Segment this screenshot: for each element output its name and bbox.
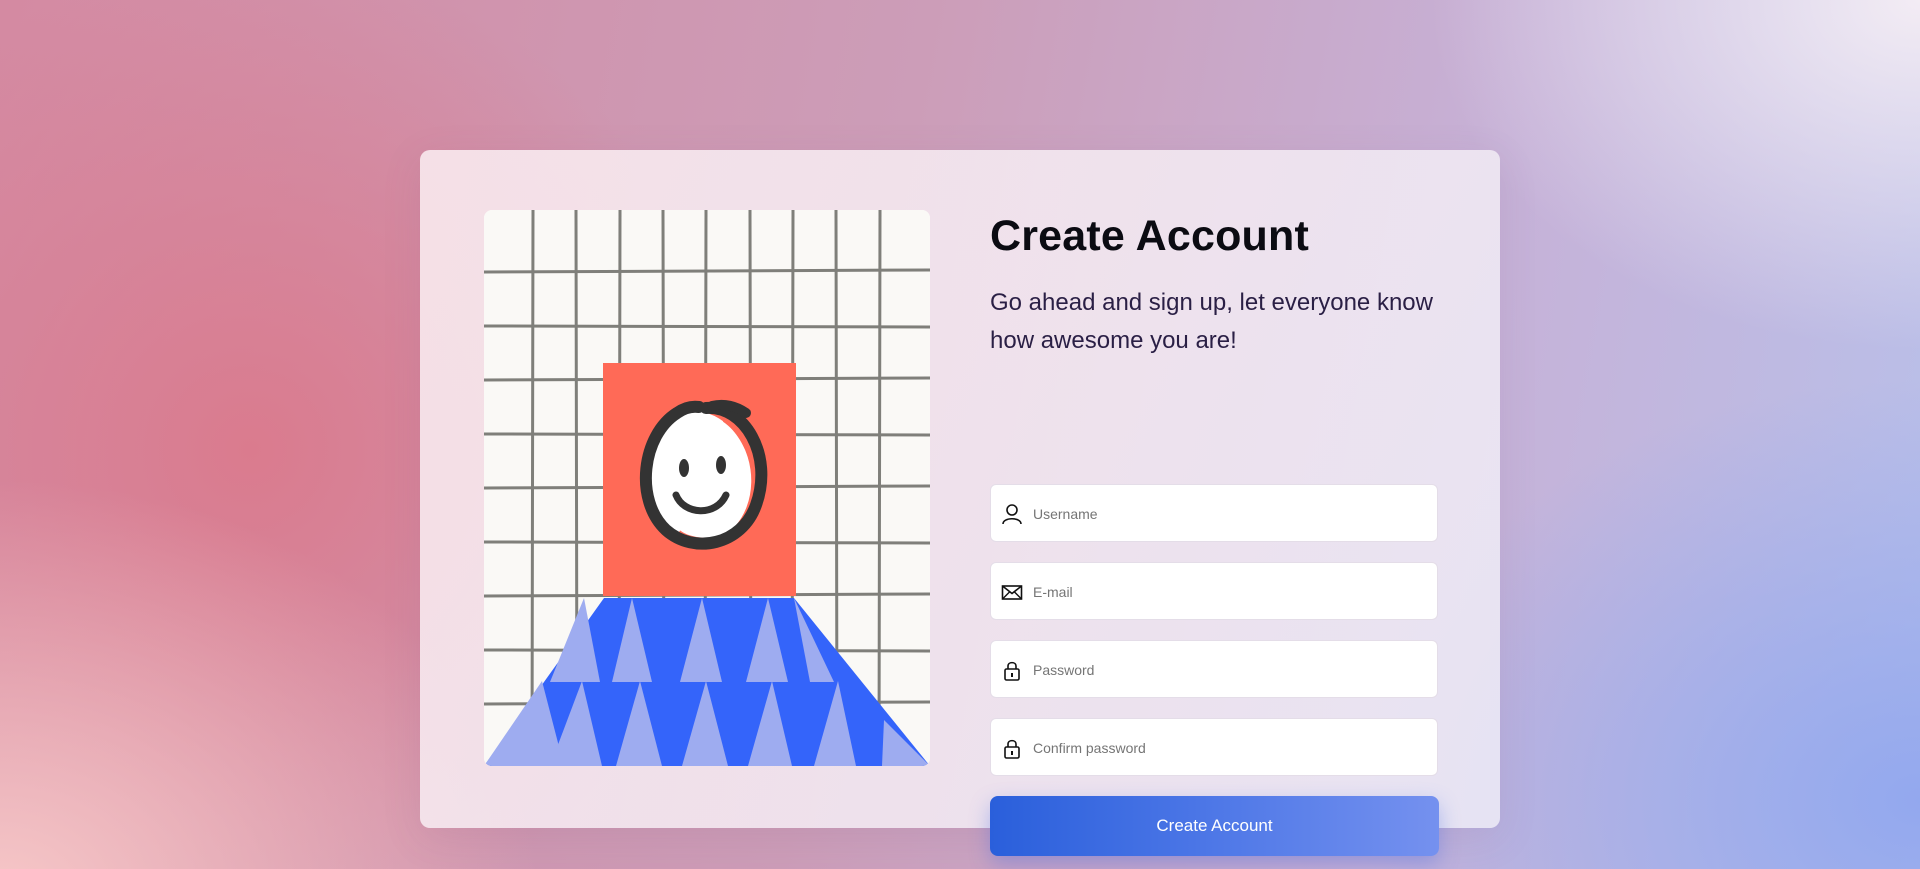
username-input[interactable] [1031, 485, 1425, 543]
email-input[interactable] [1031, 563, 1425, 621]
create-account-button[interactable]: Create Account [990, 796, 1439, 856]
smiley-illustration [484, 210, 930, 766]
signup-form: Create Account Go ahead and sign up, let… [990, 212, 1440, 360]
email-field-wrapper [990, 562, 1438, 621]
mail-icon [1001, 585, 1023, 600]
lock-icon [1004, 739, 1020, 759]
confirm-password-input[interactable] [1031, 719, 1425, 777]
user-icon [1002, 504, 1022, 525]
password-input[interactable] [1031, 641, 1425, 699]
page-title: Create Account [990, 212, 1310, 260]
signup-card: Create Account Go ahead and sign up, let… [420, 150, 1500, 856]
page-subtitle: Go ahead and sign up, let everyone know … [990, 289, 1433, 354]
username-field-wrapper [990, 484, 1438, 543]
lock-icon [1004, 661, 1020, 681]
confirm-password-field-wrapper [990, 718, 1438, 777]
password-field-wrapper [990, 640, 1438, 699]
